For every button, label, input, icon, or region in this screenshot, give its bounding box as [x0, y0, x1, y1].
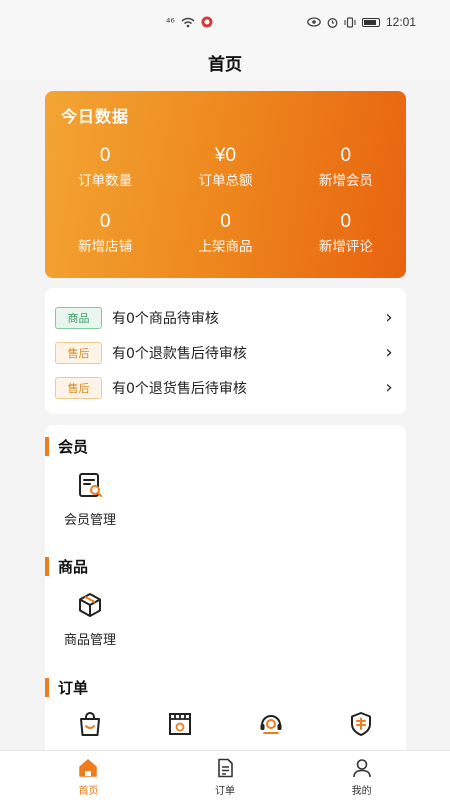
tab-label: 我的: [351, 785, 372, 797]
audit-text: 有0个退款售后待审核: [112, 345, 247, 362]
stat-label: 订单总额: [198, 173, 253, 189]
battery-icon: [361, 17, 380, 27]
audit-row-return[interactable]: 售后 有0个退货售后待审核 ›: [55, 370, 396, 405]
order-item-bag[interactable]: [45, 710, 135, 738]
goods-management-button[interactable]: 商品管理: [45, 591, 135, 648]
section-title-text: 商品: [58, 558, 89, 576]
page-title: 首页: [208, 54, 242, 75]
stat-listed-goods[interactable]: 0 上架商品: [165, 211, 285, 255]
stat-value: 0: [340, 145, 352, 166]
section-accent-bar: [45, 678, 49, 697]
order-item-after-sale[interactable]: [316, 710, 406, 738]
tab-label: 订单: [214, 785, 235, 797]
menu-card: 会员 会员管理 商品 商品管理 订单: [45, 425, 406, 755]
chevron-right-icon: ›: [385, 307, 393, 328]
stat-label: 新增店铺: [78, 239, 133, 255]
status-right-icons: 12:01: [307, 15, 416, 29]
section-accent-bar: [45, 437, 49, 456]
order-document-icon: [218, 758, 233, 777]
section-title-goods: 商品: [45, 556, 88, 577]
status-bar: ⁴⁶ 12:01: [0, 0, 450, 44]
tab-label: 首页: [78, 785, 99, 797]
tab-home[interactable]: 首页: [20, 751, 157, 802]
bottom-tab-bar: 首页 订单 我的: [0, 750, 450, 802]
section-title-text: 订单: [58, 679, 89, 697]
stat-label: 上架商品: [198, 239, 253, 255]
stat-new-comments[interactable]: 0 新增评论: [286, 211, 406, 255]
today-data-title: 今日数据: [61, 107, 130, 126]
audit-row-goods[interactable]: 商品 有0个商品待审核 ›: [55, 300, 396, 335]
section-accent-bar: [45, 557, 49, 576]
box-icon: [79, 593, 101, 617]
chevron-right-icon: ›: [385, 377, 393, 398]
member-list-icon: [79, 473, 102, 497]
alarm-icon: [327, 17, 338, 28]
stat-value: 0: [99, 145, 111, 166]
status-time: 12:01: [385, 15, 416, 29]
stat-order-total[interactable]: ¥0 订单总额: [165, 145, 285, 189]
status-left-icons: ⁴⁶: [166, 16, 213, 29]
today-data-card: 今日数据 0 订单数量 ¥0 订单总额 0 新增会员 0 新增店铺 0 上架商品…: [45, 91, 406, 278]
section-title-text: 会员: [58, 438, 89, 456]
tab-mine[interactable]: 我的: [293, 751, 430, 802]
user-icon: [352, 758, 371, 777]
chevron-right-icon: ›: [385, 342, 393, 363]
audit-row-refund[interactable]: 售后 有0个退款售后待审核 ›: [55, 335, 396, 370]
section-title-member: 会员: [45, 436, 88, 457]
goods-tag: 商品: [55, 306, 102, 329]
signal-icon: ⁴⁶: [166, 15, 175, 29]
stat-value: 0: [99, 211, 111, 232]
store-icon: [169, 713, 192, 735]
stat-value: ¥0: [214, 145, 237, 166]
audit-card: 商品 有0个商品待审核 › 售后 有0个退款售后待审核 › 售后 有0个退货售后…: [45, 288, 406, 414]
eye-icon: [307, 17, 321, 27]
order-icons-row: [45, 710, 406, 738]
order-item-service[interactable]: [226, 710, 316, 738]
vibrate-icon: [344, 16, 356, 28]
after-sale-shield-icon: [350, 712, 371, 736]
stat-new-members[interactable]: 0 新增会员: [286, 145, 406, 189]
stat-label: 新增会员: [318, 173, 373, 189]
shopping-bag-icon: [80, 712, 101, 736]
order-item-store[interactable]: [135, 710, 225, 738]
tab-orders[interactable]: 订单: [157, 751, 294, 802]
nav-bar: 首页: [0, 44, 450, 80]
home-icon: [79, 758, 98, 777]
stats-grid: 0 订单数量 ¥0 订单总额 0 新增会员 0 新增店铺 0 上架商品 0 新增…: [45, 145, 406, 255]
notification-icon: [201, 16, 213, 28]
stat-order-count[interactable]: 0 订单数量: [45, 145, 165, 189]
stat-value: 0: [220, 211, 231, 232]
audit-text: 有0个商品待审核: [112, 310, 219, 327]
menu-item-label: 商品管理: [63, 633, 116, 648]
menu-item-label: 会员管理: [63, 513, 116, 528]
audit-text: 有0个退货售后待审核: [112, 380, 247, 397]
after-sale-tag: 售后: [55, 376, 102, 399]
section-title-order: 订单: [45, 677, 88, 698]
customer-service-icon: [260, 715, 282, 734]
wifi-icon: [181, 17, 195, 27]
after-sale-tag: 售后: [55, 341, 102, 364]
member-management-button[interactable]: 会员管理: [45, 471, 135, 528]
stat-value: 0: [340, 211, 352, 232]
stat-label: 订单数量: [78, 173, 133, 189]
stat-new-shops[interactable]: 0 新增店铺: [45, 211, 165, 255]
stat-label: 新增评论: [318, 239, 373, 255]
